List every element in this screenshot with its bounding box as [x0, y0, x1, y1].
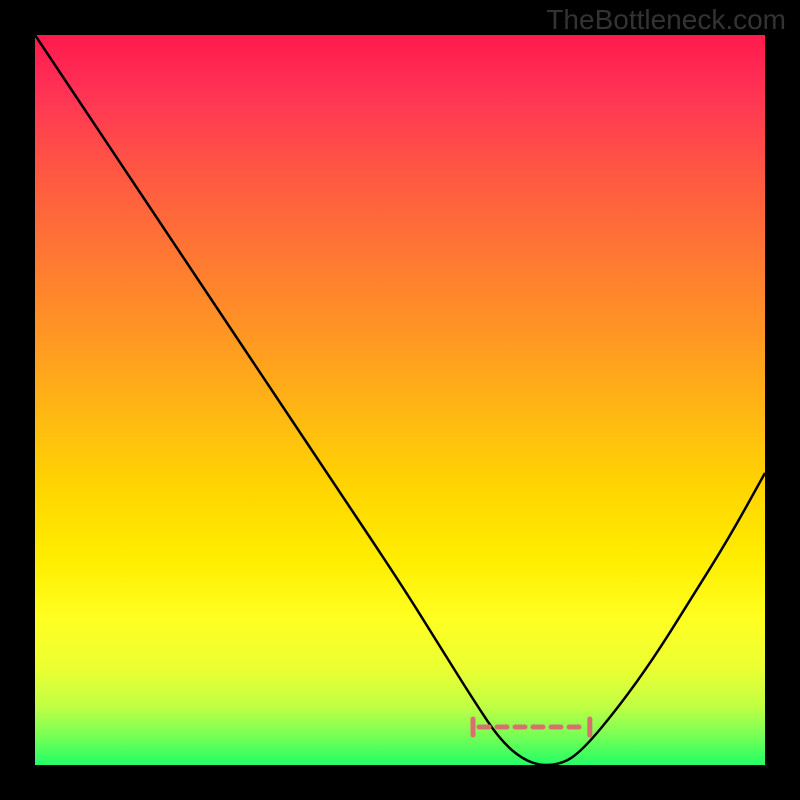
chart-plot-area	[35, 35, 765, 765]
watermark-text: TheBottleneck.com	[546, 4, 786, 36]
highlight-markers	[473, 719, 590, 735]
bottleneck-curve	[35, 35, 765, 765]
chart-svg	[35, 35, 765, 765]
